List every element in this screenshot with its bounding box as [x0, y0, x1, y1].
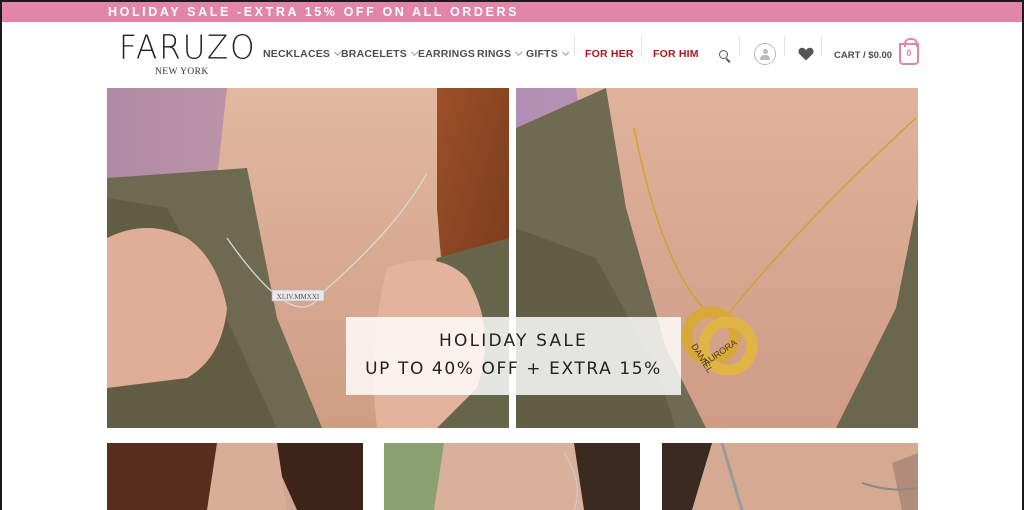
product-tile[interactable] — [107, 443, 363, 510]
header-icons: CART / $0.00 0 — [2, 22, 1022, 86]
account-icon[interactable] — [754, 43, 776, 65]
cart-count: 0 — [906, 48, 912, 58]
search-icon[interactable] — [718, 49, 732, 63]
cart-link[interactable]: CART / $0.00 — [834, 50, 892, 61]
product-photo — [662, 443, 918, 510]
product-photo — [384, 443, 640, 510]
sale-heading: HOLIDAY SALE — [439, 331, 588, 351]
heart-icon[interactable] — [798, 47, 814, 61]
left-engraving: XLIV.MMXXI — [277, 293, 320, 301]
announcement-text: HOLIDAY SALE -EXTRA 15% OFF ON ALL ORDER… — [108, 5, 520, 19]
cart-icon[interactable]: 0 — [899, 38, 919, 65]
product-photo — [107, 443, 363, 510]
sale-subheading: UP TO 40% OFF + EXTRA 15% — [365, 359, 662, 379]
product-tile[interactable] — [384, 443, 640, 510]
announcement-bar: HOLIDAY SALE -EXTRA 15% OFF ON ALL ORDER… — [2, 2, 1022, 22]
holiday-sale-overlay[interactable]: HOLIDAY SALE UP TO 40% OFF + EXTRA 15% — [346, 317, 681, 395]
product-tile[interactable] — [662, 443, 918, 510]
